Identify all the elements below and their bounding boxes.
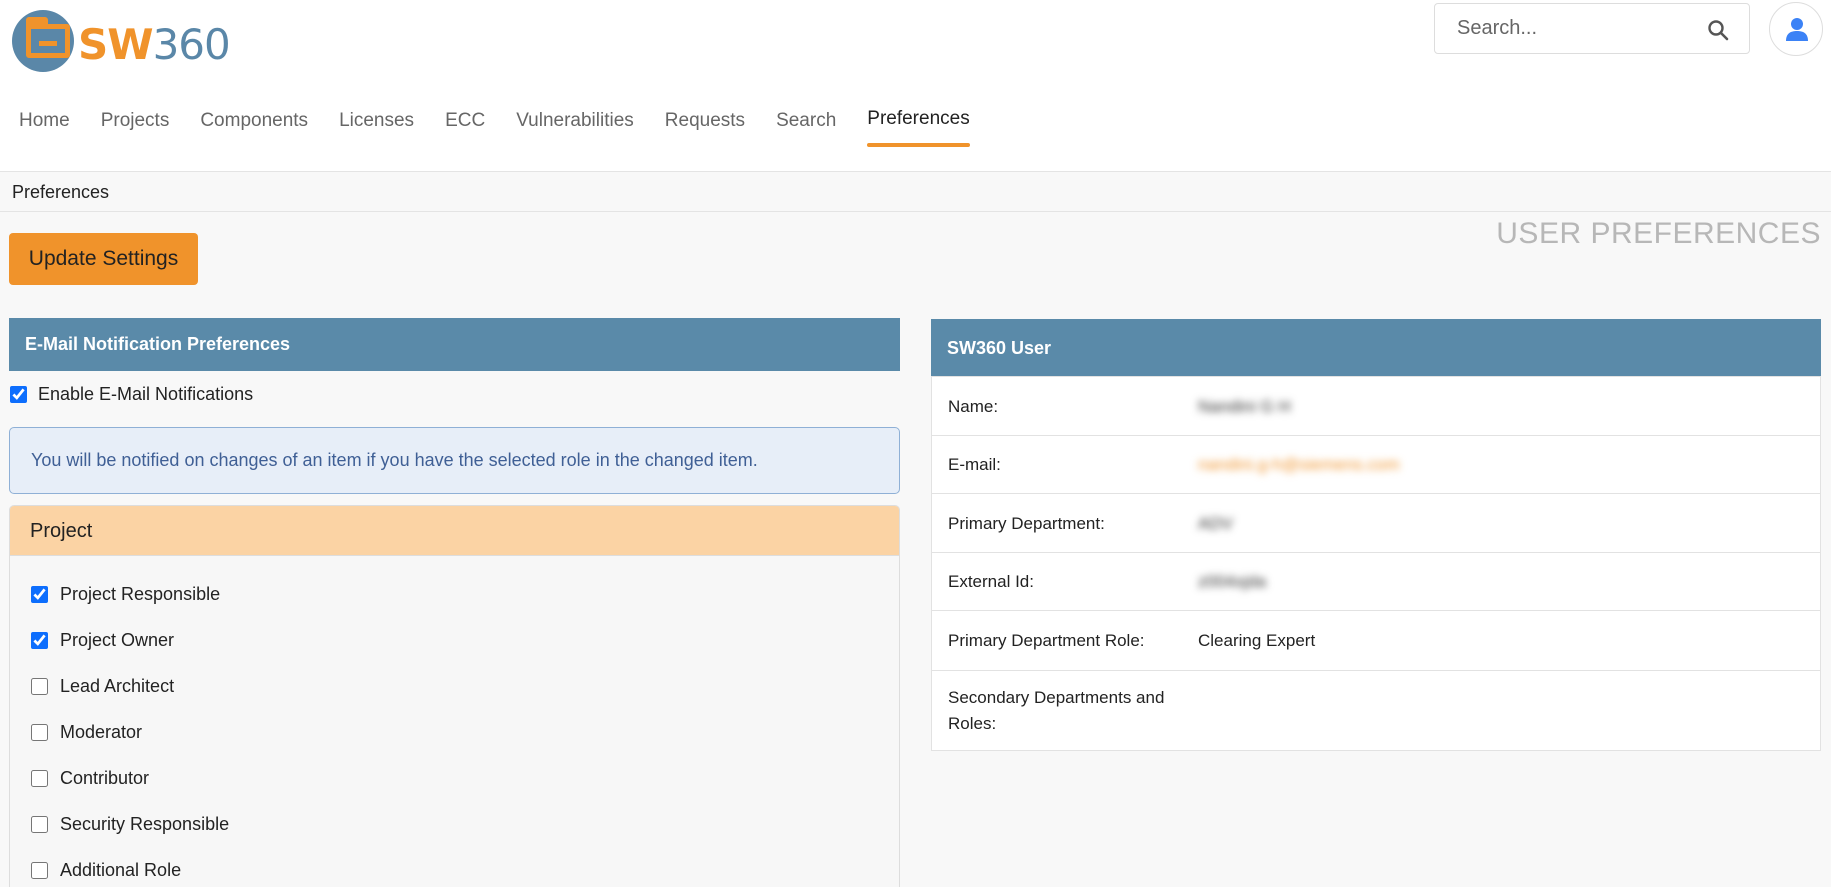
role-checkbox[interactable] [31,723,48,741]
search-box [1434,3,1750,54]
nav-requests[interactable]: Requests [665,103,745,149]
enable-email-label: Enable E-Mail Notifications [38,384,254,404]
top-header: SW360 Home Projects Components Licenses … [0,0,1831,172]
logo-text: SW360 [78,20,231,69]
sw360-logo[interactable]: SW360 [12,8,231,72]
role-lead-architect[interactable]: Lead Architect [10,669,899,715]
primary-department-role-label: Primary Department Role: [948,631,1145,650]
role-contributor[interactable]: Contributor [10,761,899,807]
notification-info-alert: You will be notified on changes of an it… [9,427,900,494]
search-icon[interactable] [1706,18,1730,42]
role-label: Moderator [60,722,143,742]
role-project-owner[interactable]: Project Owner [10,623,899,669]
nav-licenses[interactable]: Licenses [339,103,414,149]
email-notification-header: E-Mail Notification Preferences [9,318,900,371]
role-label: Contributor [60,768,150,788]
nav-projects[interactable]: Projects [101,103,170,149]
logo-text-num: 360 [152,20,231,69]
logo-text-sw: SW [78,20,154,69]
primary-department-role-value: Clearing Expert [1198,631,1316,650]
update-settings-button[interactable]: Update Settings [9,233,198,285]
nav-home[interactable]: Home [19,103,70,149]
role-checkbox[interactable] [31,585,48,603]
nav-ecc[interactable]: ECC [445,103,485,149]
email-label: E-mail: [948,455,1001,474]
table-row: External Id: z004xjda [932,552,1820,610]
nav-search[interactable]: Search [776,103,836,149]
external-id-label: External Id: [948,572,1034,591]
secondary-departments-value [1198,685,1820,750]
user-icon [1786,18,1808,41]
project-roles-card: Project Project Responsible Project Owne… [9,505,900,887]
table-row: Primary Department Role: Clearing Expert [932,610,1820,670]
name-label: Name: [948,397,999,416]
table-row: Name: Nandini G H [932,376,1820,435]
role-label: Project Owner [60,630,175,650]
user-avatar-button[interactable] [1769,2,1823,56]
role-label: Security Responsible [60,814,230,834]
search-input[interactable] [1436,5,1696,52]
logo-folder-icon [26,17,70,58]
role-security-responsible[interactable]: Security Responsible [10,807,899,853]
user-info-table: Name: Nandini G H E-mail: nandini.g-h@si… [931,376,1821,751]
role-additional-role[interactable]: Additional Role [10,853,899,887]
primary-department-value: ADV [1198,514,1233,533]
breadcrumb: Preferences [0,172,1831,212]
role-checkbox[interactable] [31,677,48,695]
table-row: E-mail: nandini.g-h@siemens.com [932,435,1820,493]
external-id-value: z004xjda [1198,572,1267,591]
enable-email-notifications[interactable]: Enable E-Mail Notifications [10,384,253,405]
primary-department-label: Primary Department: [948,514,1105,533]
table-row: Secondary Departments and Roles: [932,670,1820,750]
role-label: Project Responsible [60,584,221,604]
name-value: Nandini G H [1198,397,1291,416]
secondary-departments-label: Secondary Departments and Roles: [948,688,1165,733]
project-card-header[interactable]: Project [10,506,899,556]
nav-components[interactable]: Components [200,103,308,149]
role-checkbox[interactable] [31,861,48,879]
project-role-list: Project Responsible Project Owner Lead A… [10,556,899,887]
role-moderator[interactable]: Moderator [10,715,899,761]
main-nav: Home Projects Components Licenses ECC Vu… [0,103,982,149]
role-checkbox[interactable] [31,769,48,787]
role-label: Lead Architect [60,676,175,696]
page-title: USER PREFERENCES [1496,217,1821,250]
role-checkbox[interactable] [31,815,48,833]
nav-preferences[interactable]: Preferences [867,101,971,147]
table-row: Primary Department: ADV [932,493,1820,552]
email-value[interactable]: nandini.g-h@siemens.com [1198,436,1820,493]
nav-vulnerabilities[interactable]: Vulnerabilities [516,103,634,149]
role-checkbox[interactable] [31,631,48,649]
role-project-responsible[interactable]: Project Responsible [10,577,899,623]
enable-email-checkbox[interactable] [10,386,27,403]
role-label: Additional Role [60,860,182,880]
sw360-user-header: SW360 User [931,319,1821,376]
